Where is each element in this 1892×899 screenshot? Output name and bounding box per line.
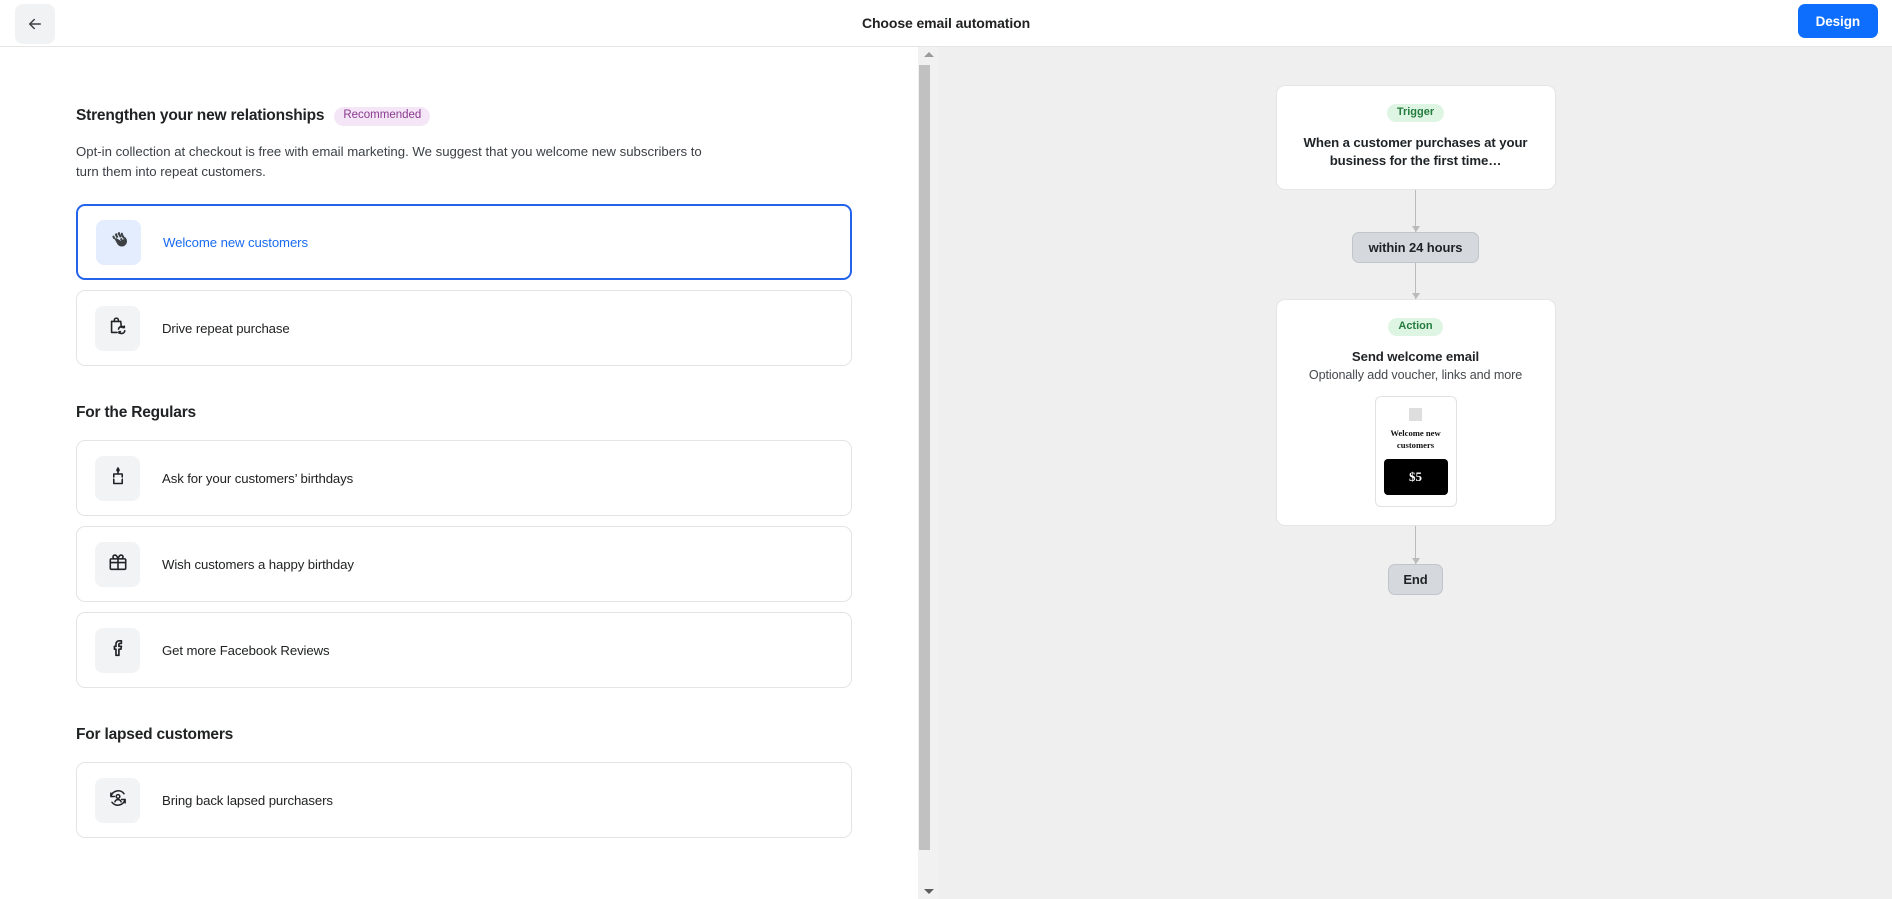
flow-node-end[interactable]: End — [1388, 563, 1443, 595]
workspace: Strengthen your new relationships Recomm… — [0, 47, 1892, 899]
page-title: Choose email automation — [861, 15, 1031, 31]
section-for-the-regulars: For the Regulars Ask for your customers’… — [76, 404, 939, 689]
section-title: For lapsed customers — [76, 726, 234, 744]
connector-delay-to-action — [1411, 262, 1420, 299]
recommended-badge: Recommended — [334, 107, 431, 126]
automation-list-panel: Strengthen your new relationships Recomm… — [0, 47, 939, 899]
card-icon-wrapper — [95, 777, 140, 823]
trigger-title: When a customer purchases at your busine… — [1303, 135, 1528, 169]
section-for-lapsed-customers: For lapsed customers Bring back lapsed p… — [76, 726, 939, 839]
section-header: For lapsed customers — [76, 726, 939, 744]
action-badge: Action — [1388, 317, 1443, 336]
section-title: For the Regulars — [76, 404, 196, 422]
automation-card-ask-birthdays[interactable]: Ask for your customers’ birthdays — [76, 440, 852, 517]
scrollbar-up-button[interactable] — [918, 47, 939, 62]
automation-card-happy-birthday[interactable]: Wish customers a happy birthday — [76, 526, 852, 603]
automation-card-label: Bring back lapsed purchasers — [162, 792, 333, 808]
automation-card-drive-repeat-purchase[interactable]: Drive repeat purchase — [76, 290, 852, 367]
chevron-up-icon — [924, 52, 934, 57]
flow-node-delay[interactable]: within 24 hours — [1351, 231, 1480, 263]
action-title: Send welcome email — [1351, 348, 1480, 364]
card-icon-wrapper — [95, 455, 140, 501]
automation-card-label: Ask for your customers’ birthdays — [162, 470, 354, 486]
section-header: For the Regulars — [76, 404, 939, 422]
shopping-bag-refresh-icon — [107, 315, 129, 342]
card-icon-wrapper — [95, 541, 140, 587]
trigger-badge: Trigger — [1386, 104, 1445, 122]
card-icon-wrapper — [95, 627, 140, 673]
flow-node-trigger[interactable]: Trigger When a customer purchases at you… — [1275, 85, 1556, 190]
connector-trigger-to-delay — [1411, 189, 1420, 232]
automation-card-label: Get more Facebook Reviews — [162, 642, 330, 658]
card-icon-wrapper — [96, 219, 141, 265]
section-title: Strengthen your new relationships — [76, 107, 325, 125]
automation-card-facebook-reviews[interactable]: Get more Facebook Reviews — [76, 612, 852, 689]
top-bar: Choose email automation Design — [0, 0, 1892, 47]
automation-card-list: Welcome new customers Drive repeat purch… — [76, 204, 939, 367]
birthday-cake-icon — [107, 465, 129, 492]
scrollbar-thumb[interactable] — [919, 65, 930, 850]
automation-card-welcome-new-customers[interactable]: Welcome new customers — [76, 204, 852, 281]
section-description: Opt-in collection at checkout is free wi… — [76, 143, 702, 179]
connector-action-to-end — [1411, 525, 1420, 564]
gift-icon — [107, 551, 129, 578]
card-icon-wrapper — [95, 305, 140, 351]
email-template-preview[interactable]: Welcome new customers $5 — [1374, 396, 1457, 507]
action-subtitle: Optionally add voucher, links and more — [1308, 368, 1523, 383]
section-strengthen-relationships: Strengthen your new relationships Recomm… — [76, 107, 939, 367]
chevron-down-icon — [924, 889, 934, 894]
email-preview-voucher-button: $5 — [1383, 458, 1448, 495]
design-button[interactable]: Design — [1797, 4, 1878, 38]
section-header: Strengthen your new relationships Recomm… — [76, 107, 939, 126]
automation-flow: Trigger When a customer purchases at you… — [1275, 85, 1556, 595]
facebook-icon — [107, 637, 129, 664]
automation-card-label: Welcome new customers — [163, 234, 308, 250]
left-panel-scrollbar[interactable] — [917, 47, 939, 899]
flow-node-action[interactable]: Action Send welcome email Optionally add… — [1275, 298, 1556, 526]
automation-list-inner: Strengthen your new relationships Recomm… — [0, 47, 939, 839]
person-refresh-icon — [107, 787, 129, 814]
automation-card-label: Wish customers a happy birthday — [162, 556, 354, 572]
scrollbar-down-button[interactable] — [918, 884, 939, 899]
logo-placeholder-icon — [1409, 408, 1422, 422]
waving-hand-icon — [108, 229, 130, 256]
email-preview-heading: Welcome new customers — [1390, 428, 1441, 450]
automation-card-bring-back-lapsed[interactable]: Bring back lapsed purchasers — [76, 762, 852, 839]
automation-card-list: Bring back lapsed purchasers — [76, 762, 939, 839]
automation-card-list: Ask for your customers’ birthdays Wish c… — [76, 440, 939, 689]
automation-card-label: Drive repeat purchase — [162, 320, 290, 336]
flow-preview-canvas: Trigger When a customer purchases at you… — [939, 47, 1892, 899]
